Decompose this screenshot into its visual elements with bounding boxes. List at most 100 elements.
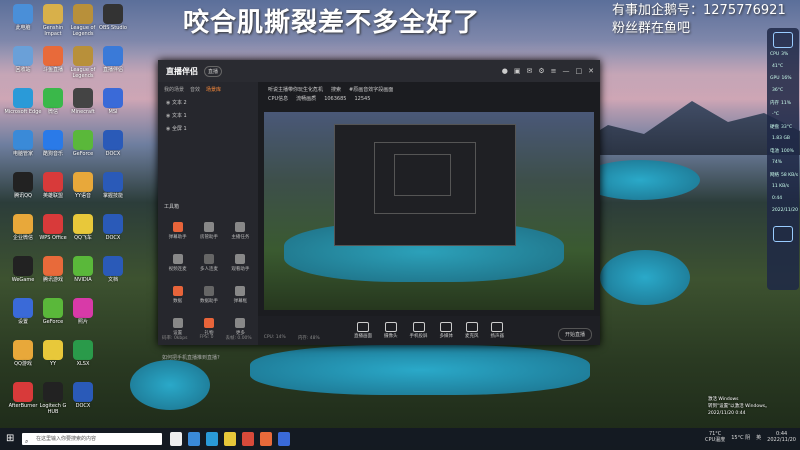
lake xyxy=(130,360,210,410)
app-icon xyxy=(103,340,123,360)
tool-label: 视频连麦 xyxy=(168,267,187,272)
desktop-icon[interactable]: MSI xyxy=(94,86,132,124)
tool-button[interactable]: 多人连麦 xyxy=(193,252,224,278)
layer-item[interactable]: ◉ 文本 2 xyxy=(158,97,258,110)
app-icon xyxy=(43,382,63,402)
tool-button[interactable]: 弹幕助手 xyxy=(162,220,193,246)
stream-tag[interactable]: 搜索 xyxy=(331,86,341,93)
stream-stat: 12545 xyxy=(354,95,371,102)
app-icon xyxy=(13,340,33,360)
taskbar-app-icon[interactable] xyxy=(206,432,218,446)
desktop-icon[interactable]: 直播伴侣 xyxy=(94,44,132,82)
tool-icon xyxy=(203,222,214,232)
tool-button[interactable]: 主播任务 xyxy=(225,220,256,246)
tool-button[interactable]: 观看助手 xyxy=(225,252,256,278)
river xyxy=(250,345,590,395)
tool-button[interactable]: 视频连麦 xyxy=(162,252,193,278)
taskbar-search[interactable]: ⌕ 在这里输入你要搜索的内容 xyxy=(22,433,162,445)
minimize-icon[interactable]: — xyxy=(563,67,570,75)
app-icon xyxy=(43,298,63,318)
layer-list: ◉ 文本 2 ◉ 文本 1 ◉ 全屏 1 xyxy=(158,97,258,136)
maximize-icon[interactable]: □ xyxy=(576,67,583,75)
monitor-value: 100% xyxy=(781,149,794,154)
desktop-icon-label: 掌握技能 xyxy=(102,193,123,199)
avatar-icon[interactable]: ● xyxy=(502,67,508,75)
taskbar: ⊞ ⌕ 在这里输入你要搜索的内容 71°C CPU温度 15°C 阴 英 0:4… xyxy=(0,428,800,450)
tool-icon xyxy=(172,254,183,264)
monitor-value: 2022/11/20 xyxy=(772,208,798,213)
tab-0[interactable]: 我的场景 xyxy=(164,86,184,93)
desktop-icon[interactable]: 文档 xyxy=(94,254,132,292)
monitor-row: 2022/11/20 xyxy=(767,208,799,220)
clock[interactable]: 0:44 2022/11/20 xyxy=(767,431,796,443)
tool-button[interactable]: 房管助手 xyxy=(193,220,224,246)
settings-icon[interactable]: ⚙ xyxy=(538,67,544,75)
taskbar-apps xyxy=(170,432,290,446)
monitor-value: 11 KB/s xyxy=(772,184,790,189)
desktop-icon[interactable]: DOCX xyxy=(94,212,132,250)
tab-2[interactable]: 场景库 xyxy=(206,86,221,93)
desktop-icon[interactable]: 掌握技能 xyxy=(94,170,132,208)
stream-title[interactable]: 听说主播带你玩生化危机 xyxy=(268,86,323,93)
taskbar-app-icon[interactable] xyxy=(260,432,272,446)
tool-icon xyxy=(235,286,246,296)
close-icon[interactable]: ✕ xyxy=(588,67,594,75)
menu-icon[interactable]: ≡ xyxy=(551,67,557,75)
status-item: 内存: 48% xyxy=(297,336,320,341)
app-icon xyxy=(13,172,33,192)
hardware-monitor-widget[interactable]: CPU 3% 41°C GPU 16% 36°C 内存 11% -°C 硬盘 33°C 1.83 GB… xyxy=(767,28,799,290)
mail-icon[interactable]: ✉ xyxy=(526,67,532,75)
tool-button[interactable]: 数据助手 xyxy=(193,284,224,310)
monitor-row: CPU 3% xyxy=(767,52,799,64)
desktop-icon[interactable]: DOCX xyxy=(94,128,132,166)
stream-category[interactable]: #原画音效字段画面 xyxy=(349,86,393,93)
tool-icon xyxy=(172,222,183,232)
notice-line: 2022/11/20 0:44 xyxy=(708,411,746,416)
desktop-icon[interactable] xyxy=(94,380,132,418)
help-link[interactable]: 如何把手机直播推到直播? xyxy=(162,354,220,361)
tool-icon xyxy=(172,318,183,328)
tool-button[interactable]: 数据 xyxy=(162,284,193,310)
taskbar-app-icon[interactable] xyxy=(224,432,236,446)
taskbar-app-icon[interactable] xyxy=(278,432,290,446)
layer-item[interactable]: ◉ 文本 1 xyxy=(158,110,258,123)
gift-icon[interactable]: ▣ xyxy=(514,67,521,75)
app-icon xyxy=(13,382,33,402)
search-placeholder: 在这里输入你要搜索的内容 xyxy=(36,436,97,442)
desktop-icon[interactable] xyxy=(94,338,132,376)
desktop-icons: 此电脑 Genshin Impact League of Legends OBS St… xyxy=(0,0,130,428)
desktop-icon[interactable] xyxy=(94,296,132,334)
app-icon xyxy=(73,214,93,234)
monitor-value: 16% xyxy=(781,76,792,81)
source-icon xyxy=(384,322,397,332)
stream-preview[interactable] xyxy=(264,112,594,310)
tools-label: 工具箱 xyxy=(164,204,180,210)
desktop-icon[interactable]: OBS Studio xyxy=(94,2,132,40)
app-icon xyxy=(43,256,63,276)
monitor-row: 电池 100% xyxy=(767,148,799,160)
layer-item[interactable]: ◉ 全屏 1 xyxy=(158,123,258,136)
tool-button[interactable]: 弹幕框 xyxy=(225,284,256,310)
taskbar-app-icon[interactable] xyxy=(242,432,254,446)
tool-label: 观看助手 xyxy=(231,267,250,272)
monitor-row: 74% xyxy=(767,160,799,172)
app-icon xyxy=(73,172,93,192)
monitor-value: 11% xyxy=(781,101,792,106)
live-badge[interactable]: 直播 xyxy=(204,65,223,77)
weather[interactable]: 15°C 阴 xyxy=(731,434,750,441)
nested-preview-window xyxy=(394,154,451,196)
input-language[interactable]: 英 xyxy=(756,434,761,441)
tool-label: 主播任务 xyxy=(231,235,250,240)
tab-1[interactable]: 音效 xyxy=(190,86,200,93)
stream-stats-row: CPU信息 流畅画质 1063685 12545 xyxy=(258,94,600,103)
settings-icon[interactable] xyxy=(773,226,793,242)
app-icon xyxy=(73,130,93,150)
desktop-icon-label: DOCX xyxy=(105,235,121,241)
app-icon xyxy=(103,298,123,318)
scene-tabs: 我的场景 音效 场景库 xyxy=(158,82,258,97)
windows-start-icon[interactable]: ⊞ xyxy=(6,433,14,444)
taskbar-app-icon[interactable] xyxy=(188,432,200,446)
monitor-row: 硬盘 33°C xyxy=(767,124,799,136)
taskbar-app-icon[interactable] xyxy=(170,432,182,446)
tool-label: 房管助手 xyxy=(199,235,218,240)
